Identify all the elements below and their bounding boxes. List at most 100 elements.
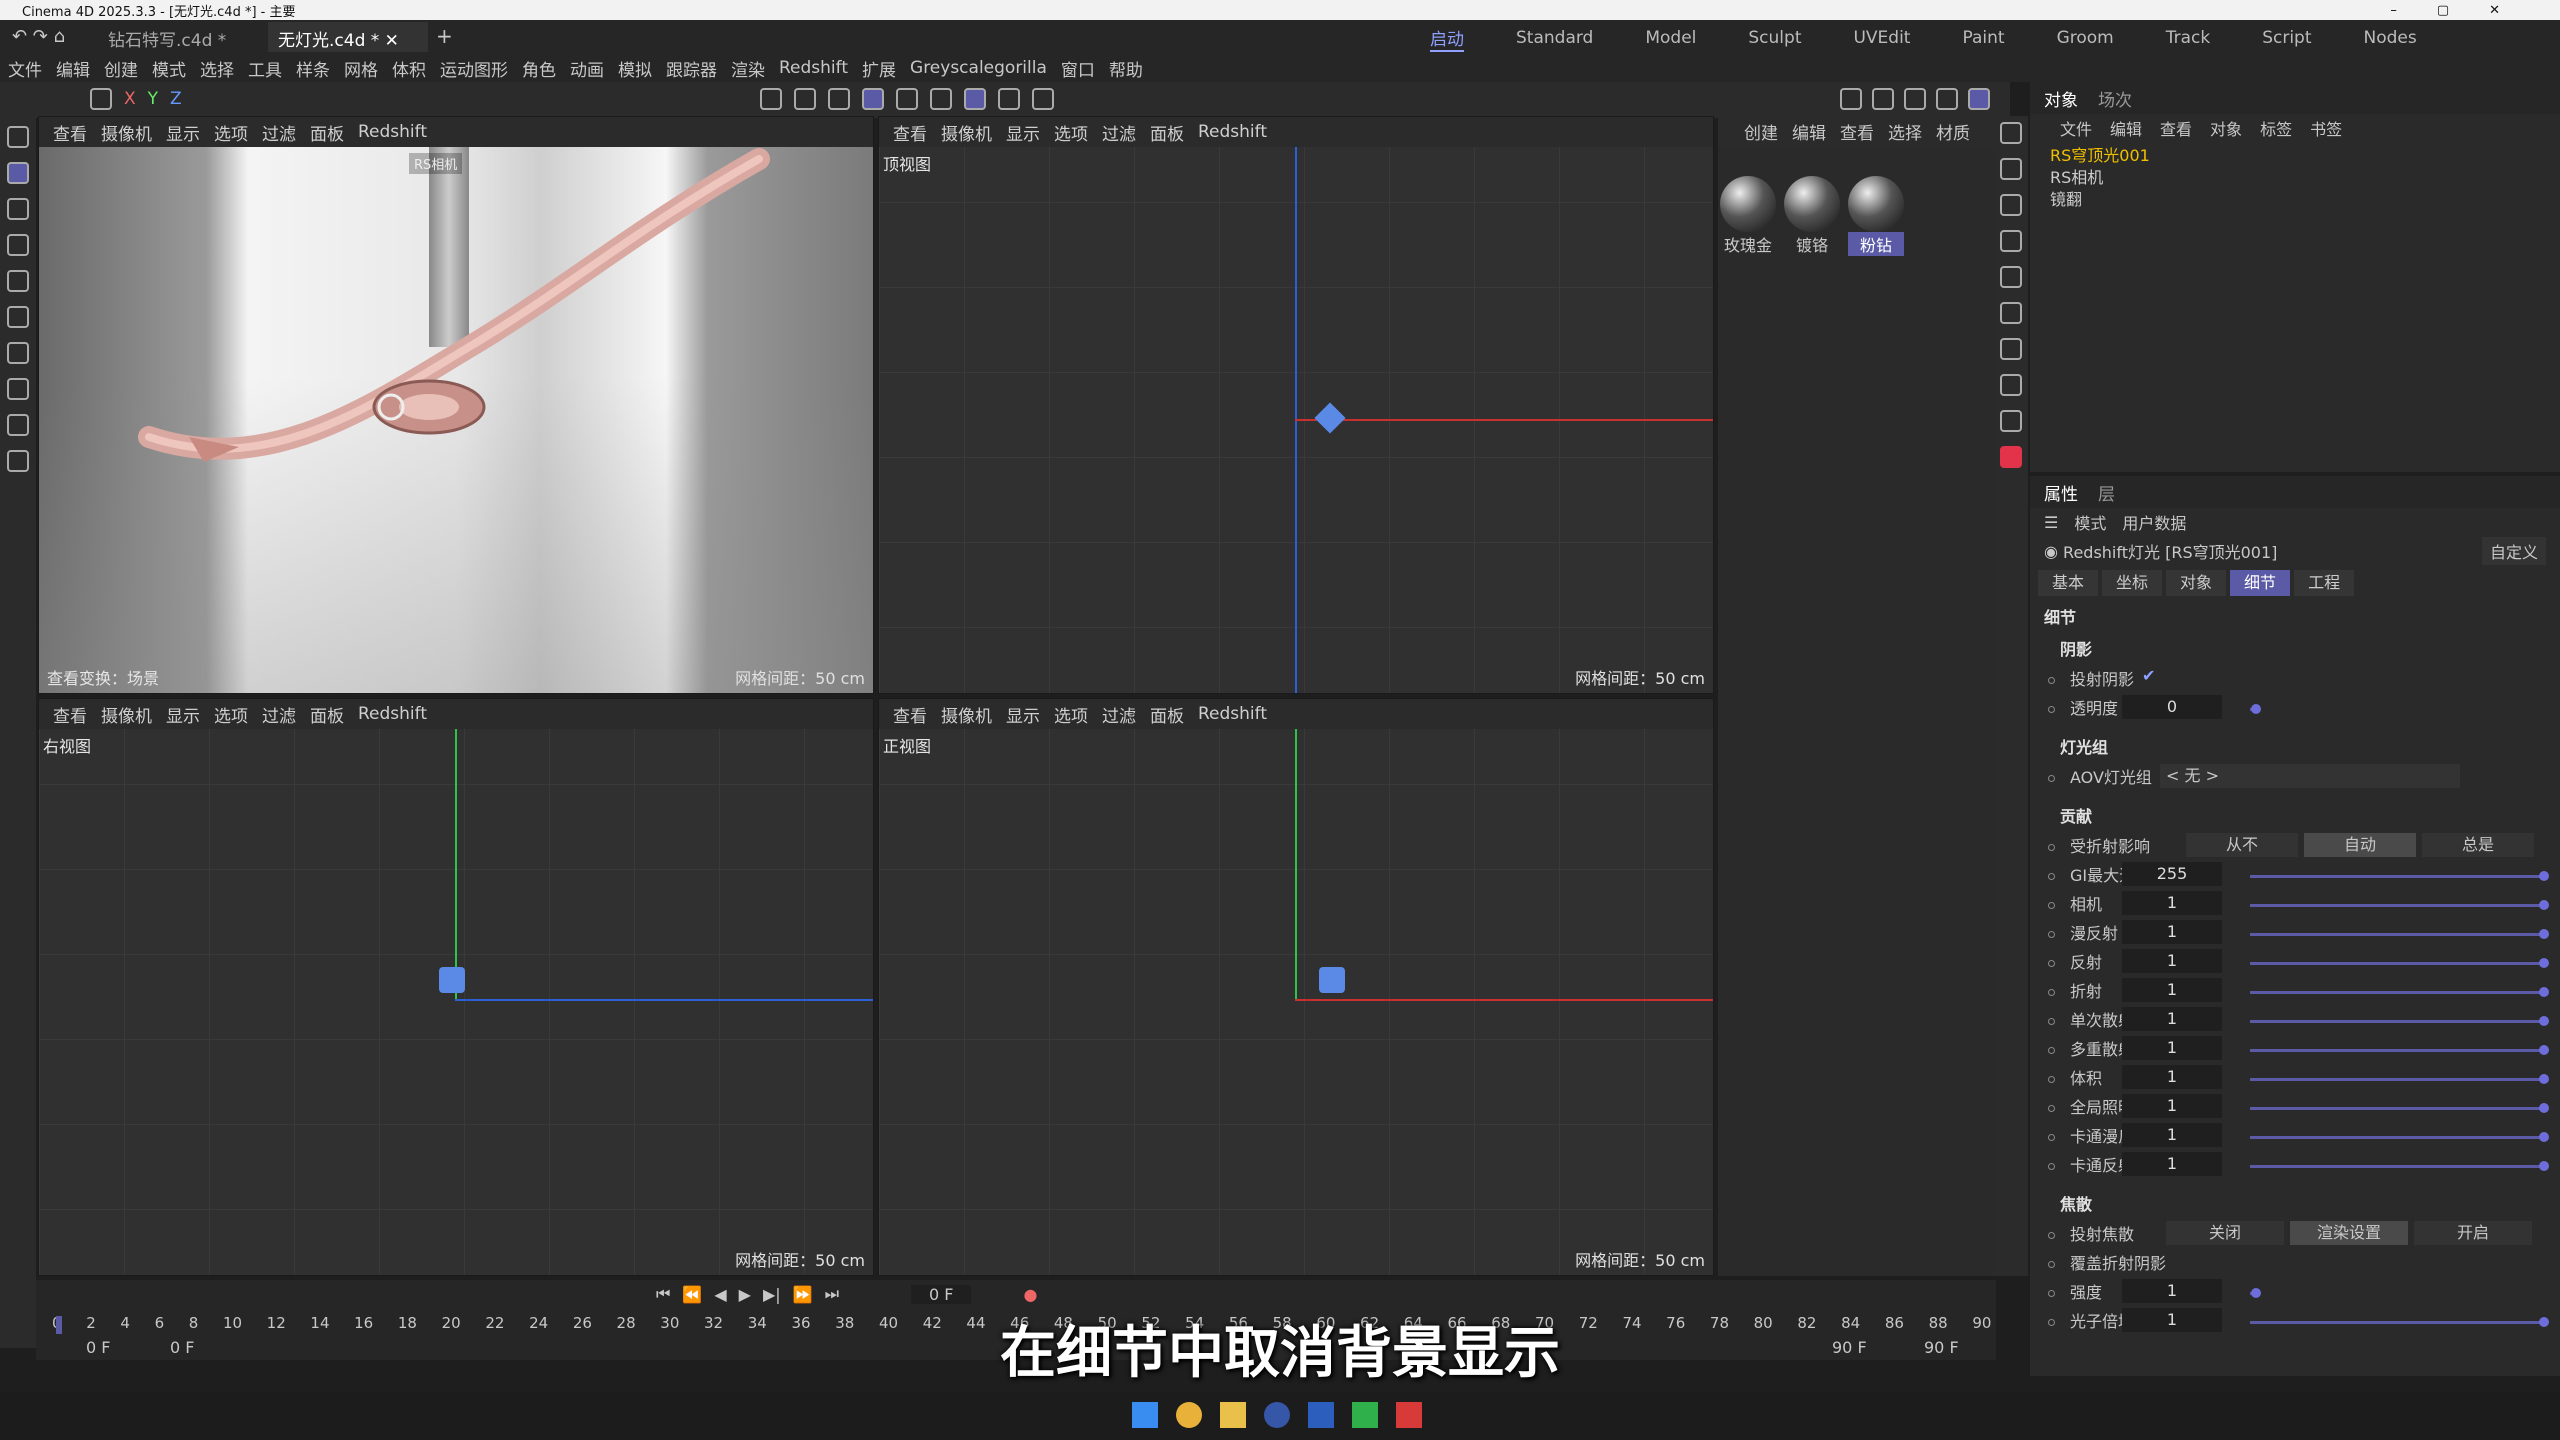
- play-icon[interactable]: ▶: [739, 1285, 751, 1304]
- value-slider[interactable]: [2250, 1288, 2261, 1298]
- vp-menu-camera[interactable]: 摄像机: [101, 120, 152, 145]
- value-slider[interactable]: [2250, 871, 2549, 881]
- material-menu-item[interactable]: 材质: [1936, 119, 1970, 144]
- undo-history-icon[interactable]: [90, 88, 112, 110]
- caustic-option[interactable]: 关闭: [2166, 1221, 2284, 1245]
- word-icon[interactable]: [1308, 1402, 1334, 1428]
- refraction-option[interactable]: 从不: [2186, 833, 2298, 857]
- object-menu-item[interactable]: 编辑: [2110, 116, 2142, 140]
- tab-doc-2[interactable]: 无灯光.c4d * ✕: [268, 22, 428, 52]
- render-queue-icon[interactable]: [1936, 88, 1958, 110]
- section-header[interactable]: 贡献: [2060, 803, 2092, 827]
- menu-item[interactable]: 文件: [8, 56, 42, 81]
- slider-knob[interactable]: [2539, 958, 2549, 968]
- lasso-icon[interactable]: [7, 450, 29, 472]
- vp-menu-camera[interactable]: 摄像机: [941, 702, 992, 727]
- object-menu-item[interactable]: 标签: [2260, 116, 2292, 140]
- menu-item[interactable]: 跟踪器: [666, 56, 717, 81]
- slider-knob[interactable]: [2539, 1103, 2549, 1113]
- scale-icon[interactable]: [7, 234, 29, 256]
- keyframe-dot-icon[interactable]: [2048, 844, 2055, 851]
- app-red-icon[interactable]: [1396, 1402, 1422, 1428]
- render-region-icon[interactable]: [760, 88, 782, 110]
- slider-knob[interactable]: [2539, 1161, 2549, 1171]
- material-swatch[interactable]: 玫瑰金: [1720, 176, 1776, 256]
- layout-tab[interactable]: Model: [1645, 28, 1696, 48]
- browser-icon[interactable]: [1176, 1402, 1202, 1428]
- vp-menu-view[interactable]: 查看: [53, 120, 87, 145]
- keyframe-dot-icon[interactable]: [2048, 989, 2055, 996]
- viewport-front[interactable]: 查看 摄像机 显示 选项 过滤 面板 Redshift 正视图 网格间距：50 …: [878, 698, 1714, 1276]
- material-menu-item[interactable]: 查看: [1840, 119, 1874, 144]
- vp-menu-filter[interactable]: 过滤: [1102, 702, 1136, 727]
- light-gizmo[interactable]: [1319, 967, 1345, 993]
- vp-menu-options[interactable]: 选项: [214, 120, 248, 145]
- polygon-mode-icon[interactable]: [862, 88, 884, 110]
- menu-item[interactable]: 窗口: [1061, 56, 1095, 81]
- camera-icon[interactable]: [2000, 374, 2022, 396]
- keyframe-dot-icon[interactable]: [2048, 1232, 2055, 1239]
- live-select-icon[interactable]: [7, 126, 29, 148]
- section-header[interactable]: 阴影: [2060, 636, 2092, 660]
- vp-menu-display[interactable]: 显示: [1006, 120, 1040, 145]
- value-slider[interactable]: [2250, 704, 2261, 714]
- menu-item[interactable]: 模式: [152, 56, 186, 81]
- attr-menu-mode[interactable]: 模式: [2074, 510, 2106, 534]
- vp-menu-filter[interactable]: 过滤: [1102, 120, 1136, 145]
- field-icon[interactable]: [2000, 302, 2022, 324]
- value-field[interactable]: 1: [2122, 1279, 2222, 1303]
- slider-knob[interactable]: [2539, 900, 2549, 910]
- render-icon[interactable]: [2000, 410, 2022, 432]
- layout-tab[interactable]: Paint: [1962, 28, 2004, 48]
- aov-dropdown[interactable]: < 无 >: [2160, 764, 2460, 788]
- attr-subtab[interactable]: 细节: [2230, 570, 2291, 596]
- value-field[interactable]: 1: [2122, 920, 2222, 944]
- undo-icon[interactable]: ↶ ↷ ⌂: [12, 26, 65, 47]
- tab-doc-1[interactable]: 钻石特写.c4d *: [108, 26, 226, 51]
- value-slider[interactable]: [2250, 1132, 2549, 1142]
- go-end-icon[interactable]: ⏭: [825, 1284, 839, 1304]
- section-header[interactable]: 灯光组: [2060, 734, 2108, 758]
- value-field[interactable]: 0: [2122, 695, 2222, 719]
- layout-tab[interactable]: Nodes: [2364, 28, 2417, 48]
- object-row[interactable]: RS相机: [2050, 164, 2560, 187]
- object-menu-item[interactable]: 文件: [2060, 116, 2092, 140]
- layout-tab[interactable]: Groom: [2057, 28, 2114, 48]
- slider-knob[interactable]: [2539, 871, 2549, 881]
- caustic-option[interactable]: 渲染设置: [2290, 1221, 2408, 1245]
- hamburger-icon[interactable]: ☰: [2044, 513, 2058, 532]
- vp-menu-panel[interactable]: 面板: [1150, 702, 1184, 727]
- app-green-icon[interactable]: [1352, 1402, 1378, 1428]
- refraction-option[interactable]: 自动: [2304, 833, 2416, 857]
- vp-menu-display[interactable]: 显示: [1006, 702, 1040, 727]
- move-icon[interactable]: [7, 162, 29, 184]
- value-field[interactable]: 1: [2122, 1094, 2222, 1118]
- edge-mode-icon[interactable]: [896, 88, 918, 110]
- deformer-icon[interactable]: [2000, 266, 2022, 288]
- keyframe-dot-icon[interactable]: [2048, 931, 2055, 938]
- vp-menu-redshift[interactable]: Redshift: [358, 122, 427, 142]
- next-key-icon[interactable]: ⏩: [793, 1285, 813, 1304]
- vp-menu-display[interactable]: 显示: [166, 120, 200, 145]
- value-field[interactable]: 1: [2122, 1152, 2222, 1176]
- spline-icon[interactable]: [2000, 158, 2022, 180]
- viewport-top[interactable]: 查看 摄像机 显示 选项 过滤 面板 Redshift 顶视图 网格间距：50 …: [878, 116, 1714, 694]
- pen-icon[interactable]: [7, 414, 29, 436]
- menu-item[interactable]: 网格: [344, 56, 378, 81]
- value-slider[interactable]: [2250, 1016, 2549, 1026]
- menu-item[interactable]: Redshift: [779, 58, 848, 78]
- value-field[interactable]: 1: [2122, 949, 2222, 973]
- material-swatch[interactable]: 粉钻: [1848, 176, 1904, 256]
- record-icon[interactable]: ●: [1023, 1285, 1037, 1304]
- vp-menu-filter[interactable]: 过滤: [262, 702, 296, 727]
- attr-menu-userdata[interactable]: 用户数据: [2122, 510, 2186, 534]
- layout-tab[interactable]: Track: [2166, 28, 2210, 48]
- tab-layers[interactable]: 层: [2098, 480, 2115, 505]
- value-slider[interactable]: [2250, 1103, 2549, 1113]
- value-field[interactable]: 1: [2122, 891, 2222, 915]
- value-slider[interactable]: [2250, 987, 2549, 997]
- material-menu-item[interactable]: 创建: [1744, 119, 1778, 144]
- slider-knob[interactable]: [2539, 1074, 2549, 1084]
- rotate-icon[interactable]: [7, 198, 29, 220]
- layout-tab[interactable]: UVEdit: [1853, 28, 1910, 48]
